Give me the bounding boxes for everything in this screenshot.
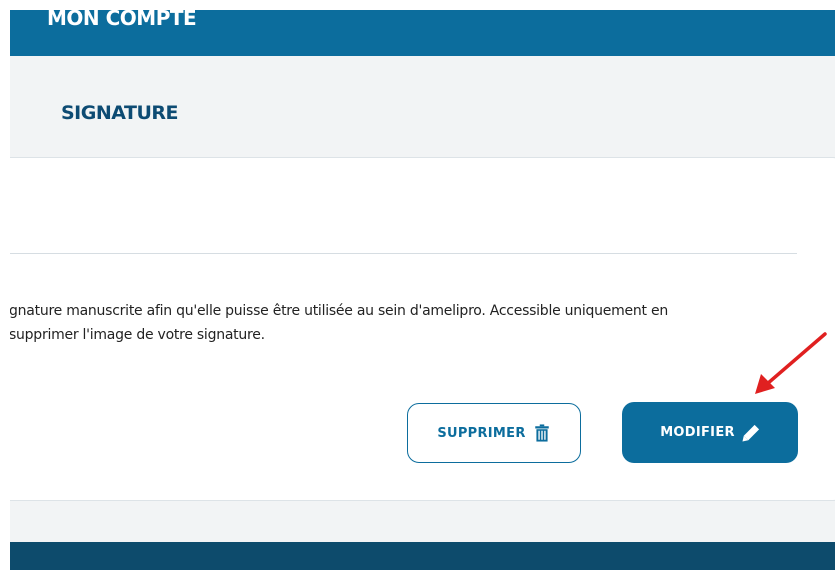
description-line-2: supprimer l'image de votre signature.	[10, 327, 265, 343]
footer-band	[10, 542, 835, 570]
header-banner: MON COMPTE	[10, 10, 835, 56]
delete-button-label: SUPPRIMER	[437, 425, 526, 441]
edit-button[interactable]: MODIFIER	[622, 402, 798, 463]
description-line-1: gnature manuscrite afin qu'elle puisse ê…	[10, 303, 668, 319]
pencil-icon	[742, 424, 759, 442]
card-divider	[10, 253, 797, 254]
header-title: MON COMPTE	[47, 10, 197, 30]
edit-button-label: MODIFIER	[660, 425, 735, 440]
page-canvas: MON COMPTE SIGNATURE gnature manuscrite …	[10, 10, 835, 570]
delete-button[interactable]: SUPPRIMER	[407, 403, 581, 463]
annotation-arrow	[755, 332, 827, 394]
section-title: SIGNATURE	[61, 102, 178, 124]
signature-description: gnature manuscrite afin qu'elle puisse ê…	[10, 299, 799, 347]
trash-icon	[534, 424, 549, 442]
